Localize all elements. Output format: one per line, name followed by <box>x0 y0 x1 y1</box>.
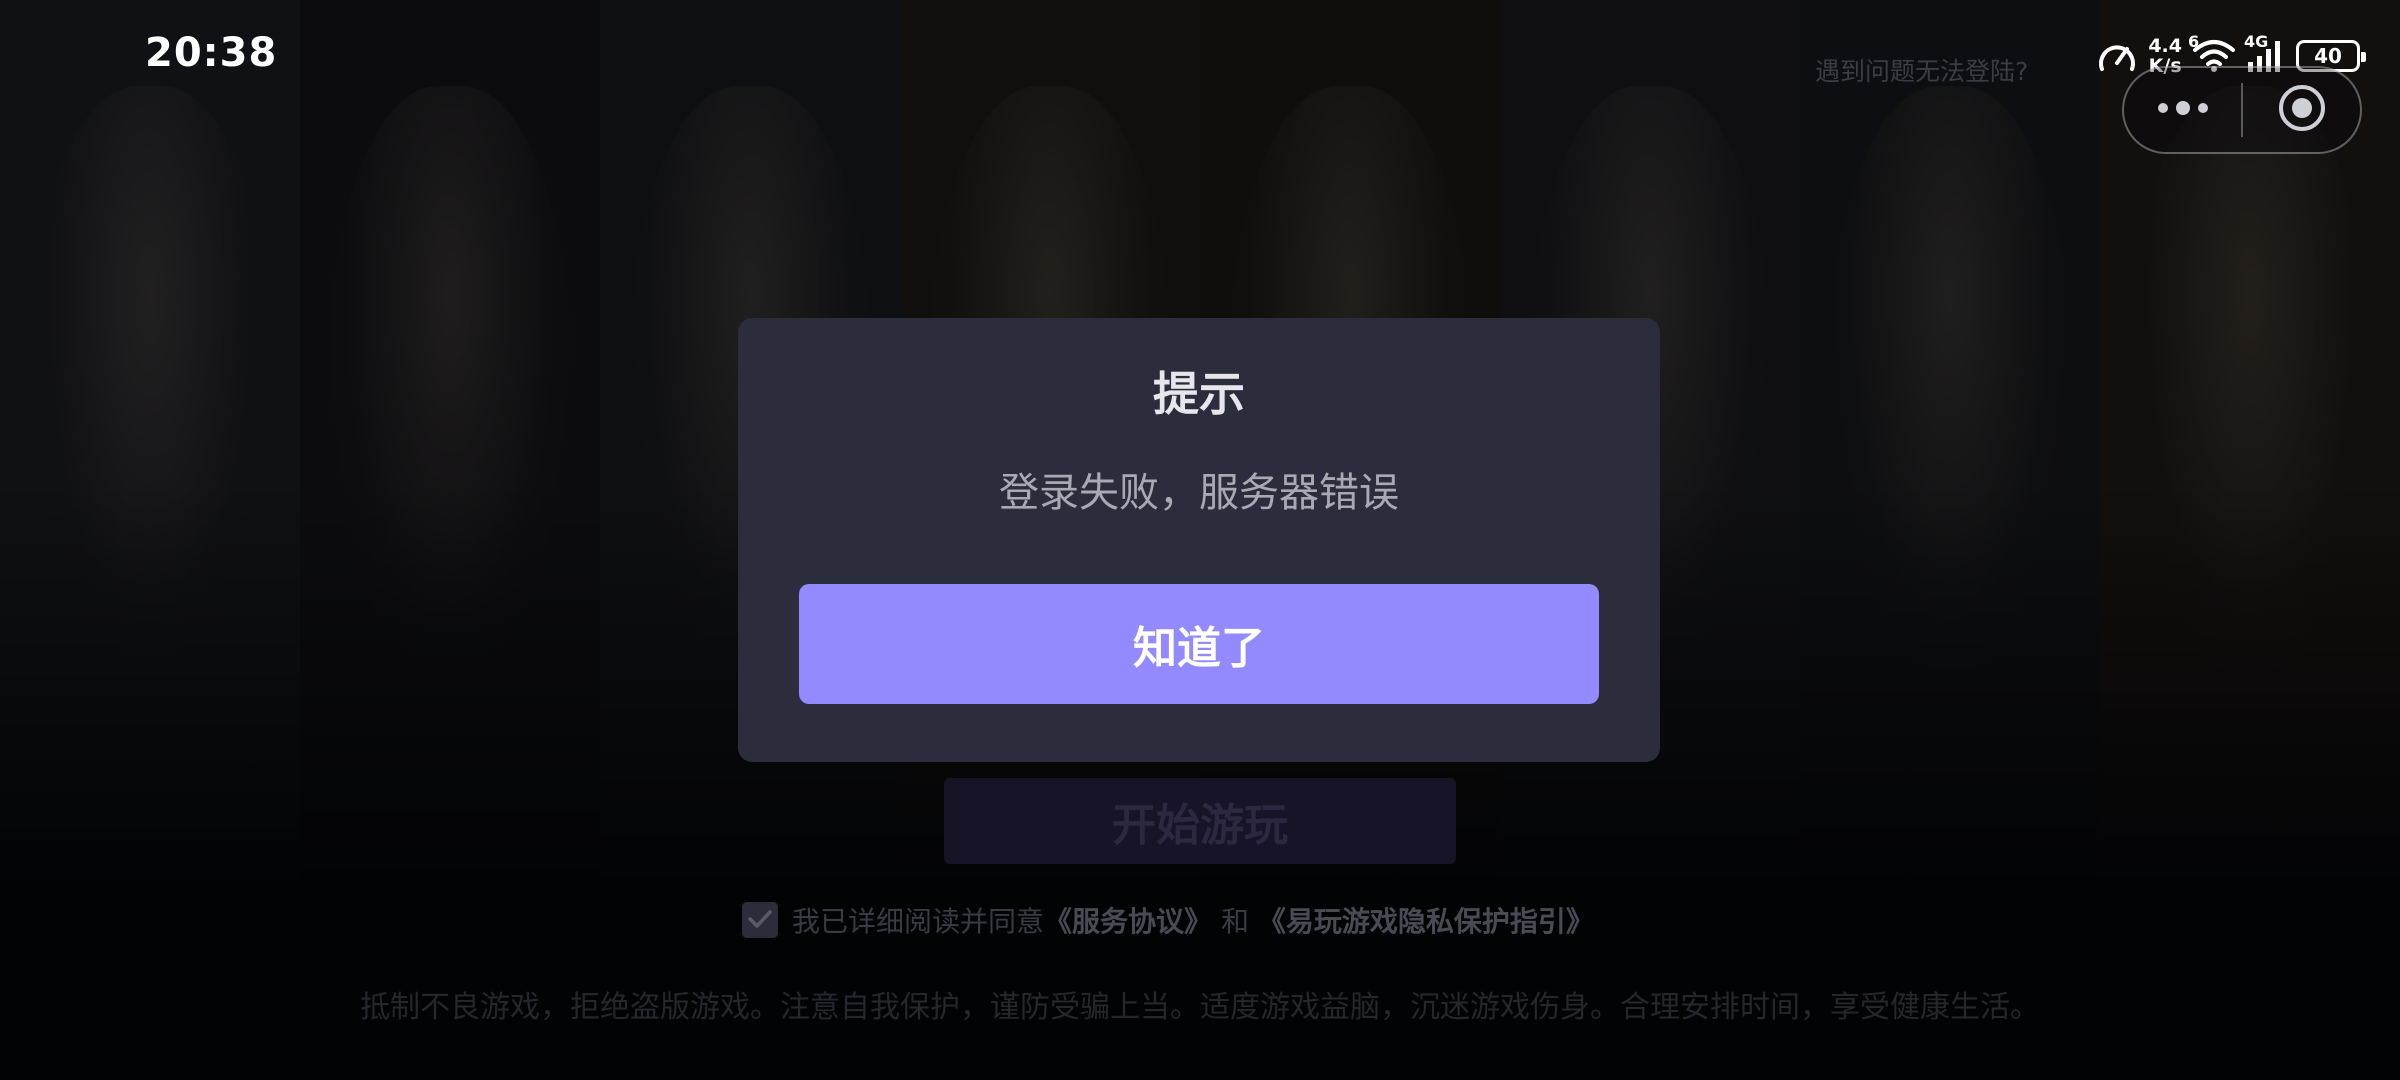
agreement-and: 和 <box>1220 905 1249 938</box>
cell-label: 4G <box>2244 32 2269 51</box>
agreement-text: 我已详细阅读并同意《服务协议》 和 《易玩游戏隐私保护指引》 <box>792 900 1594 940</box>
dialog-message: 登录失败，服务器错误 <box>999 470 1399 516</box>
network-speed-value: 4.4 <box>2148 35 2182 57</box>
privacy-guide-link[interactable]: 《易玩游戏隐私保护指引》 <box>1258 905 1594 938</box>
login-help-link[interactable]: 遇到问题无法登陆? <box>1815 52 2028 88</box>
more-dots-icon <box>2155 98 2211 122</box>
more-button[interactable] <box>2124 68 2241 152</box>
alert-dialog: 提示 登录失败，服务器错误 知道了 <box>738 318 1660 762</box>
agreement-row: 我已详细阅读并同意《服务协议》 和 《易玩游戏隐私保护指引》 <box>742 898 1594 942</box>
agreement-prefix: 我已详细阅读并同意 <box>792 905 1045 938</box>
dialog-title: 提示 <box>1153 367 1245 421</box>
close-miniprogram-button[interactable] <box>2243 68 2360 152</box>
close-target-icon <box>2277 83 2327 137</box>
agreement-checkbox[interactable] <box>742 902 778 938</box>
health-gaming-notice: 抵制不良游戏，拒绝盗版游戏。注意自我保护，谨防受骗上当。适度游戏益脑，沉迷游戏伤… <box>360 990 2040 1025</box>
service-agreement-link[interactable]: 《服务协议》 <box>1044 905 1212 938</box>
dialog-confirm-button[interactable]: 知道了 <box>799 584 1599 704</box>
wifi-label: 6 <box>2188 32 2200 51</box>
battery-level: 40 <box>2314 44 2342 68</box>
miniprogram-capsule <box>2122 66 2362 154</box>
checkmark-icon <box>747 904 773 937</box>
status-time: 20:38 <box>145 30 278 76</box>
start-play-button[interactable]: 开始游玩 <box>944 778 1456 864</box>
